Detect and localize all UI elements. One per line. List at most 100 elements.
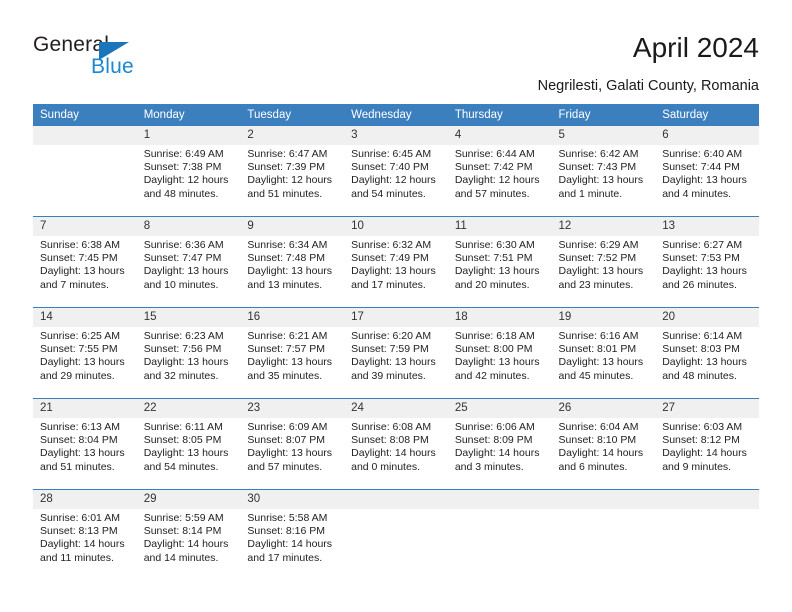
sunrise-text: Sunrise: 6:16 AM xyxy=(558,330,639,342)
day-number: 20 xyxy=(655,308,759,327)
day-number xyxy=(551,490,656,509)
calendar-day-cell[interactable]: 21 Sunrise: 6:13 AM Sunset: 8:04 PM Dayligh… xyxy=(33,398,137,490)
day-number: 3 xyxy=(344,126,448,145)
sunrise-text: Sunrise: 6:20 AM xyxy=(351,330,432,342)
calendar-day-cell[interactable]: 23 Sunrise: 6:09 AM Sunset: 8:07 PM Dayligh… xyxy=(240,398,345,490)
day-cell-inner xyxy=(655,490,759,580)
day-cell-inner: 3 Sunrise: 6:45 AM Sunset: 7:40 PM Daylight… xyxy=(344,126,448,216)
calendar-week-row: 7 Sunrise: 6:38 AM Sunset: 7:45 PM Daylight… xyxy=(33,216,759,308)
calendar-day-cell[interactable]: 16 Sunrise: 6:21 AM Sunset: 7:57 PM Dayligh… xyxy=(240,307,345,399)
general-blue-logo: General Blue xyxy=(33,33,163,81)
page-title: April 2024 xyxy=(632,32,759,63)
sunset-text: Sunset: 8:04 PM xyxy=(40,434,118,447)
calendar-day-cell[interactable]: 6 Sunrise: 6:40 AM Sunset: 7:44 PM Daylight… xyxy=(655,126,759,217)
sunrise-text: Sunrise: 6:29 AM xyxy=(558,239,639,251)
day-details: Sunrise: 6:06 AM Sunset: 8:09 PM Daylight:… xyxy=(448,418,552,474)
daylight-text: Daylight: 12 hours and 48 minutes. xyxy=(143,174,229,200)
calendar-day-cell[interactable]: 3 Sunrise: 6:45 AM Sunset: 7:40 PM Daylight… xyxy=(344,126,448,217)
calendar-day-cell-empty xyxy=(344,489,448,580)
calendar-day-cell[interactable]: 4 Sunrise: 6:44 AM Sunset: 7:42 PM Daylight… xyxy=(447,126,552,217)
day-details: Sunrise: 6:30 AM Sunset: 7:51 PM Daylight:… xyxy=(448,236,552,292)
calendar-week-row: 28 Sunrise: 6:01 AM Sunset: 8:13 PM Dayligh… xyxy=(33,489,759,580)
sunset-text: Sunset: 7:48 PM xyxy=(247,252,326,265)
sunset-text: Sunset: 8:07 PM xyxy=(247,434,326,447)
sunrise-text: Sunrise: 6:42 AM xyxy=(558,148,639,160)
calendar-day-cell[interactable]: 19 Sunrise: 6:16 AM Sunset: 8:01 PM Dayligh… xyxy=(551,307,656,399)
calendar-day-cell[interactable]: 18 Sunrise: 6:18 AM Sunset: 8:00 PM Dayligh… xyxy=(447,307,552,399)
day-cell-inner: 11 Sunrise: 6:30 AM Sunset: 7:51 PM Dayligh… xyxy=(447,217,552,307)
day-details: Sunrise: 6:20 AM Sunset: 7:59 PM Daylight:… xyxy=(344,327,448,383)
calendar-day-cell[interactable]: 12 Sunrise: 6:29 AM Sunset: 7:52 PM Dayligh… xyxy=(551,216,656,308)
calendar-day-cell[interactable]: 7 Sunrise: 6:38 AM Sunset: 7:45 PM Daylight… xyxy=(33,216,137,308)
calendar-day-cell[interactable]: 11 Sunrise: 6:30 AM Sunset: 7:51 PM Dayligh… xyxy=(447,216,552,308)
calendar-day-cell[interactable]: 27 Sunrise: 6:03 AM Sunset: 8:12 PM Dayligh… xyxy=(655,398,759,490)
sunrise-text: Sunrise: 6:13 AM xyxy=(40,421,120,433)
day-details: Sunrise: 5:59 AM Sunset: 8:14 PM Daylight:… xyxy=(137,509,241,565)
sunrise-text: Sunrise: 6:06 AM xyxy=(454,421,535,433)
day-details: Sunrise: 6:18 AM Sunset: 8:00 PM Daylight:… xyxy=(448,327,552,383)
calendar-day-cell[interactable]: 25 Sunrise: 6:06 AM Sunset: 8:09 PM Dayligh… xyxy=(447,398,552,490)
day-cell-inner: 19 Sunrise: 6:16 AM Sunset: 8:01 PM Dayligh… xyxy=(551,308,656,398)
day-cell-inner: 17 Sunrise: 6:20 AM Sunset: 7:59 PM Dayligh… xyxy=(344,308,448,398)
calendar-day-cell-empty xyxy=(447,489,552,580)
daylight-text: Daylight: 14 hours and 14 minutes. xyxy=(143,538,229,564)
day-number: 13 xyxy=(655,217,759,236)
calendar-day-cell[interactable]: 13 Sunrise: 6:27 AM Sunset: 7:53 PM Dayligh… xyxy=(655,216,759,308)
daylight-text: Daylight: 13 hours and 51 minutes. xyxy=(40,447,125,473)
daylight-text: Daylight: 13 hours and 35 minutes. xyxy=(247,356,333,382)
sunset-text: Sunset: 7:59 PM xyxy=(351,343,429,356)
day-details: Sunrise: 6:36 AM Sunset: 7:47 PM Daylight:… xyxy=(137,236,241,292)
calendar-day-cell[interactable]: 26 Sunrise: 6:04 AM Sunset: 8:10 PM Dayligh… xyxy=(551,398,656,490)
day-cell-inner: 4 Sunrise: 6:44 AM Sunset: 7:42 PM Daylight… xyxy=(447,126,552,216)
day-details: Sunrise: 6:21 AM Sunset: 7:57 PM Daylight:… xyxy=(240,327,344,383)
calendar-day-cell[interactable]: 28 Sunrise: 6:01 AM Sunset: 8:13 PM Dayligh… xyxy=(33,489,137,580)
day-number xyxy=(447,490,552,509)
day-number: 18 xyxy=(447,308,552,327)
calendar-day-cell[interactable]: 22 Sunrise: 6:11 AM Sunset: 8:05 PM Dayligh… xyxy=(136,398,241,490)
calendar-day-cell[interactable]: 8 Sunrise: 6:36 AM Sunset: 7:47 PM Daylight… xyxy=(136,216,241,308)
sunset-text: Sunset: 7:40 PM xyxy=(351,161,429,174)
calendar-day-cell[interactable]: 20 Sunrise: 6:14 AM Sunset: 8:03 PM Dayligh… xyxy=(655,307,759,399)
sunrise-text: Sunrise: 6:30 AM xyxy=(454,239,535,251)
day-cell-inner: 5 Sunrise: 6:42 AM Sunset: 7:43 PM Daylight… xyxy=(551,126,656,216)
sunset-text: Sunset: 8:14 PM xyxy=(143,525,222,538)
calendar-day-cell[interactable]: 29 Sunrise: 5:59 AM Sunset: 8:14 PM Dayligh… xyxy=(136,489,241,580)
sunrise-text: Sunrise: 6:09 AM xyxy=(247,421,328,433)
sunrise-text: Sunrise: 6:36 AM xyxy=(143,239,224,251)
calendar-day-cell[interactable]: 1 Sunrise: 6:49 AM Sunset: 7:38 PM Daylight… xyxy=(136,126,241,217)
logo-text-blue: Blue xyxy=(91,55,134,78)
day-number: 15 xyxy=(136,308,241,327)
sunrise-text: Sunrise: 6:40 AM xyxy=(662,148,743,160)
calendar-day-cell[interactable]: 14 Sunrise: 6:25 AM Sunset: 7:55 PM Dayligh… xyxy=(33,307,137,399)
sunset-text: Sunset: 7:52 PM xyxy=(558,252,637,265)
calendar-day-cell[interactable]: 30 Sunrise: 5:58 AM Sunset: 8:16 PM Dayligh… xyxy=(240,489,345,580)
calendar-day-cell[interactable]: 5 Sunrise: 6:42 AM Sunset: 7:43 PM Daylight… xyxy=(551,126,656,217)
calendar-header-row: Sunday Monday Tuesday Wednesday Thursday… xyxy=(33,104,759,126)
daylight-text: Daylight: 13 hours and 7 minutes. xyxy=(40,265,125,291)
sunrise-text: Sunrise: 6:21 AM xyxy=(247,330,328,342)
sunrise-text: Sunrise: 5:58 AM xyxy=(247,512,328,524)
calendar-day-cell[interactable]: 24 Sunrise: 6:08 AM Sunset: 8:08 PM Dayligh… xyxy=(344,398,448,490)
sunrise-text: Sunrise: 6:47 AM xyxy=(247,148,328,160)
calendar-day-cell[interactable]: 17 Sunrise: 6:20 AM Sunset: 7:59 PM Dayligh… xyxy=(344,307,448,399)
day-cell-inner: 22 Sunrise: 6:11 AM Sunset: 8:05 PM Dayligh… xyxy=(136,399,241,489)
day-number: 25 xyxy=(447,399,552,418)
daylight-text: Daylight: 13 hours and 17 minutes. xyxy=(351,265,436,291)
sunset-text: Sunset: 8:08 PM xyxy=(351,434,429,447)
weekday-header-tuesday: Tuesday xyxy=(240,104,345,126)
calendar-day-cell[interactable]: 15 Sunrise: 6:23 AM Sunset: 7:56 PM Dayligh… xyxy=(136,307,241,399)
sunset-text: Sunset: 8:00 PM xyxy=(454,343,533,356)
sunrise-text: Sunrise: 6:23 AM xyxy=(143,330,224,342)
calendar-day-cell[interactable]: 9 Sunrise: 6:34 AM Sunset: 7:48 PM Daylight… xyxy=(240,216,345,308)
sunset-text: Sunset: 7:56 PM xyxy=(143,343,222,356)
weekday-header-sunday: Sunday xyxy=(33,104,137,126)
daylight-text: Daylight: 14 hours and 17 minutes. xyxy=(247,538,333,564)
day-number xyxy=(33,126,137,145)
day-number: 4 xyxy=(447,126,552,145)
calendar-day-cell[interactable]: 10 Sunrise: 6:32 AM Sunset: 7:49 PM Dayligh… xyxy=(344,216,448,308)
day-details: Sunrise: 6:25 AM Sunset: 7:55 PM Daylight:… xyxy=(33,327,137,383)
calendar-day-cell[interactable]: 2 Sunrise: 6:47 AM Sunset: 7:39 PM Daylight… xyxy=(240,126,345,217)
day-number xyxy=(344,490,448,509)
day-details: Sunrise: 6:14 AM Sunset: 8:03 PM Daylight:… xyxy=(655,327,759,383)
sunset-text: Sunset: 8:03 PM xyxy=(662,343,740,356)
